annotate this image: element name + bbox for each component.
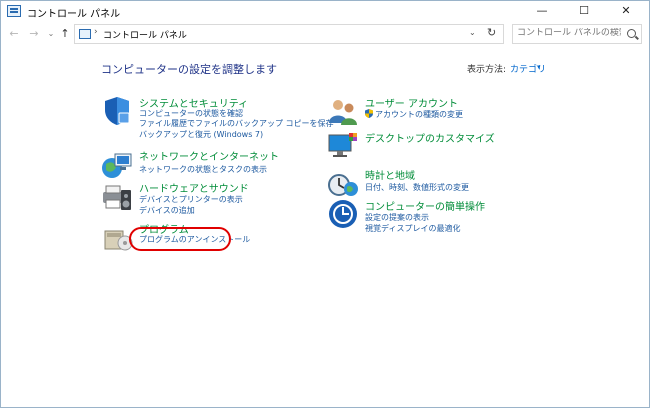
navigation-bar: ← → ⌄ ↑ › コントロール パネル ⌄ ↻	[1, 23, 649, 47]
breadcrumb-separator-icon[interactable]: ›	[94, 27, 98, 37]
up-arrow-icon[interactable]: ↑	[57, 26, 73, 42]
window-title: コントロール パネル	[27, 9, 121, 20]
devices-printers-link[interactable]: デバイスとプリンターの表示	[139, 194, 243, 205]
desktop-customize-link[interactable]: デスクトップのカスタマイズ	[365, 130, 495, 145]
network-status-link[interactable]: ネットワークの状態とタスクの表示	[139, 164, 267, 175]
breadcrumb-control-panel[interactable]: コントロール パネル	[103, 28, 187, 41]
view-by-label: 表示方法:	[467, 65, 507, 75]
user-accounts-icon[interactable]	[327, 95, 359, 127]
search-icon[interactable]	[627, 29, 636, 38]
address-dropdown-icon[interactable]: ⌄	[469, 28, 476, 37]
back-arrow-icon[interactable]: ←	[6, 26, 22, 42]
ease-of-access-link[interactable]: コンピューターの簡単操作	[365, 198, 485, 213]
change-account-type-link[interactable]: アカウントの種類の変更	[375, 109, 463, 120]
shield-icon[interactable]	[101, 95, 133, 127]
refresh-icon[interactable]: ↻	[487, 26, 496, 39]
desktop-monitor-icon[interactable]	[327, 130, 359, 162]
minimize-button[interactable]: —	[521, 1, 563, 23]
date-time-format-link[interactable]: 日付、時刻、数値形式の変更	[365, 182, 469, 193]
optimize-display-link[interactable]: 視覚ディスプレイの最適化	[365, 223, 460, 234]
add-device-link[interactable]: デバイスの追加	[139, 205, 195, 216]
backup-restore-link[interactable]: バックアップと復元 (Windows 7)	[139, 129, 263, 140]
uac-shield-icon	[365, 109, 373, 118]
clock-globe-icon[interactable]	[327, 167, 359, 199]
clock-region-link[interactable]: 時計と地域	[365, 167, 415, 182]
address-control-panel-icon	[79, 29, 91, 39]
user-accounts-link[interactable]: ユーザー アカウント	[365, 95, 458, 110]
maximize-button[interactable]: ☐	[563, 1, 605, 23]
control-panel-icon	[7, 5, 21, 17]
close-button[interactable]: ✕	[605, 1, 647, 23]
printer-speaker-icon[interactable]	[101, 180, 133, 212]
settings-suggestions-link[interactable]: 設定の提案の表示	[365, 212, 429, 223]
control-panel-window: コントロール パネル — ☐ ✕ ← → ⌄ ↑ › コントロール パネル ⌄ …	[0, 0, 650, 408]
forward-arrow-icon[interactable]: →	[26, 26, 42, 42]
address-bar[interactable]: › コントロール パネル ⌄ ↻	[74, 24, 504, 44]
network-internet-link[interactable]: ネットワークとインターネット	[139, 148, 279, 163]
highlight-annotation-circle	[129, 227, 231, 251]
ease-of-access-icon[interactable]	[327, 198, 359, 230]
search-input[interactable]	[517, 28, 621, 38]
title-bar: コントロール パネル — ☐ ✕	[1, 1, 649, 23]
file-history-link[interactable]: ファイル履歴でファイルのバックアップ コピーを保存	[139, 118, 334, 129]
view-by-chevron-down-icon[interactable]: ▾	[537, 63, 541, 71]
network-globe-icon[interactable]	[101, 148, 133, 180]
page-title: コンピューターの設定を調整します	[101, 63, 277, 76]
search-box[interactable]	[512, 24, 642, 44]
hardware-sound-link[interactable]: ハードウェアとサウンド	[139, 180, 249, 195]
